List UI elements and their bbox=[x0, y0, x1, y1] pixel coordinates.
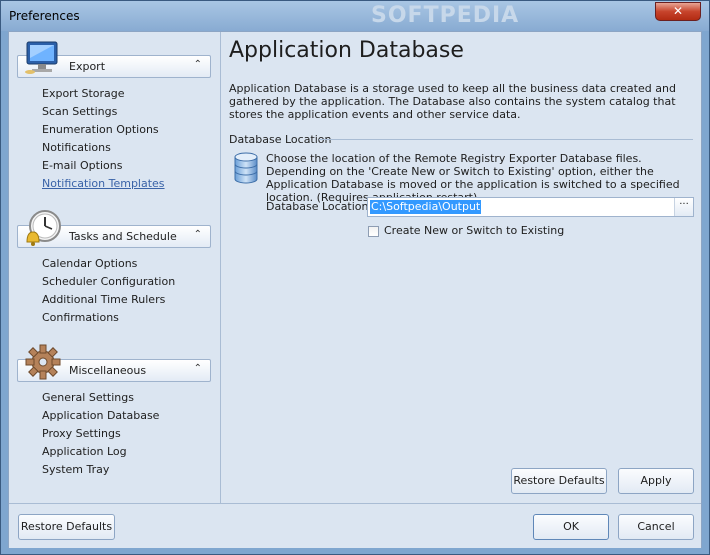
title-bar[interactable]: Preferences SOFTPEDIA ✕ bbox=[1, 1, 709, 31]
browse-button[interactable]: ··· bbox=[674, 198, 693, 216]
chevron-up-icon[interactable]: ⌃ bbox=[194, 59, 202, 70]
nav-scan-settings[interactable]: Scan Settings bbox=[42, 105, 117, 118]
close-icon: ✕ bbox=[672, 4, 684, 18]
clock-bell-icon bbox=[26, 210, 61, 246]
group-label-miscellaneous: Miscellaneous bbox=[69, 364, 147, 377]
preferences-window: Preferences SOFTPEDIA ✕ Export ⌃ Export … bbox=[0, 0, 710, 555]
page-description: Application Database is a storage used t… bbox=[229, 82, 676, 121]
group-label-tasks: Tasks and Schedule bbox=[69, 230, 177, 243]
nav-general-settings[interactable]: General Settings bbox=[42, 391, 134, 404]
client-area: Export ⌃ Export Storage Scan Settings En… bbox=[8, 31, 702, 548]
ok-button[interactable]: OK bbox=[533, 514, 609, 540]
nav-proxy-settings[interactable]: Proxy Settings bbox=[42, 427, 121, 440]
database-location-label: Database Location: bbox=[266, 200, 373, 213]
nav-confirmations[interactable]: Confirmations bbox=[42, 311, 119, 324]
create-or-switch-checkbox-row[interactable]: Create New or Switch to Existing bbox=[368, 224, 564, 237]
cancel-button[interactable]: Cancel bbox=[618, 514, 694, 540]
dialog-footer: Restore Defaults OK Cancel bbox=[9, 503, 701, 548]
nav-calendar-options[interactable]: Calendar Options bbox=[42, 257, 137, 270]
content-pane: Application Database Application Databas… bbox=[221, 32, 701, 503]
database-location-input[interactable]: C:\Softpedia\Output ··· bbox=[367, 197, 694, 217]
nav-notification-templates[interactable]: Notification Templates bbox=[42, 177, 165, 190]
create-or-switch-label[interactable]: Create New or Switch to Existing bbox=[384, 224, 564, 237]
section-divider bbox=[319, 139, 693, 140]
nav-system-tray[interactable]: System Tray bbox=[42, 463, 109, 476]
nav-scheduler-configuration[interactable]: Scheduler Configuration bbox=[42, 275, 175, 288]
chevron-up-icon[interactable]: ⌃ bbox=[194, 229, 202, 240]
group-label-export: Export bbox=[69, 60, 106, 73]
nav-email-options[interactable]: E-mail Options bbox=[42, 159, 122, 172]
nav-notifications[interactable]: Notifications bbox=[42, 141, 111, 154]
restore-defaults-button[interactable]: Restore Defaults bbox=[18, 514, 115, 540]
nav-enumeration-options[interactable]: Enumeration Options bbox=[42, 123, 159, 136]
apply-button[interactable]: Apply bbox=[618, 468, 694, 494]
database-icon bbox=[234, 152, 258, 184]
close-button[interactable]: ✕ bbox=[655, 2, 701, 21]
nav-additional-time-rulers[interactable]: Additional Time Rulers bbox=[42, 293, 165, 306]
page-title: Application Database bbox=[229, 38, 464, 63]
nav-application-log[interactable]: Application Log bbox=[42, 445, 127, 458]
database-location-value[interactable]: C:\Softpedia\Output bbox=[370, 200, 482, 214]
sidebar: Export ⌃ Export Storage Scan Settings En… bbox=[9, 32, 221, 503]
window-title: Preferences bbox=[9, 9, 80, 23]
chevron-up-icon[interactable]: ⌃ bbox=[194, 363, 202, 374]
nav-export-storage[interactable]: Export Storage bbox=[42, 87, 125, 100]
monitor-icon bbox=[25, 41, 58, 74]
restore-defaults-page-button[interactable]: Restore Defaults bbox=[511, 468, 607, 494]
create-or-switch-checkbox[interactable] bbox=[368, 225, 379, 237]
section-label-database-location: Database Location bbox=[229, 133, 332, 146]
watermark: SOFTPEDIA bbox=[371, 3, 520, 28]
gear-icon bbox=[25, 344, 61, 380]
nav-application-database[interactable]: Application Database bbox=[42, 409, 159, 422]
